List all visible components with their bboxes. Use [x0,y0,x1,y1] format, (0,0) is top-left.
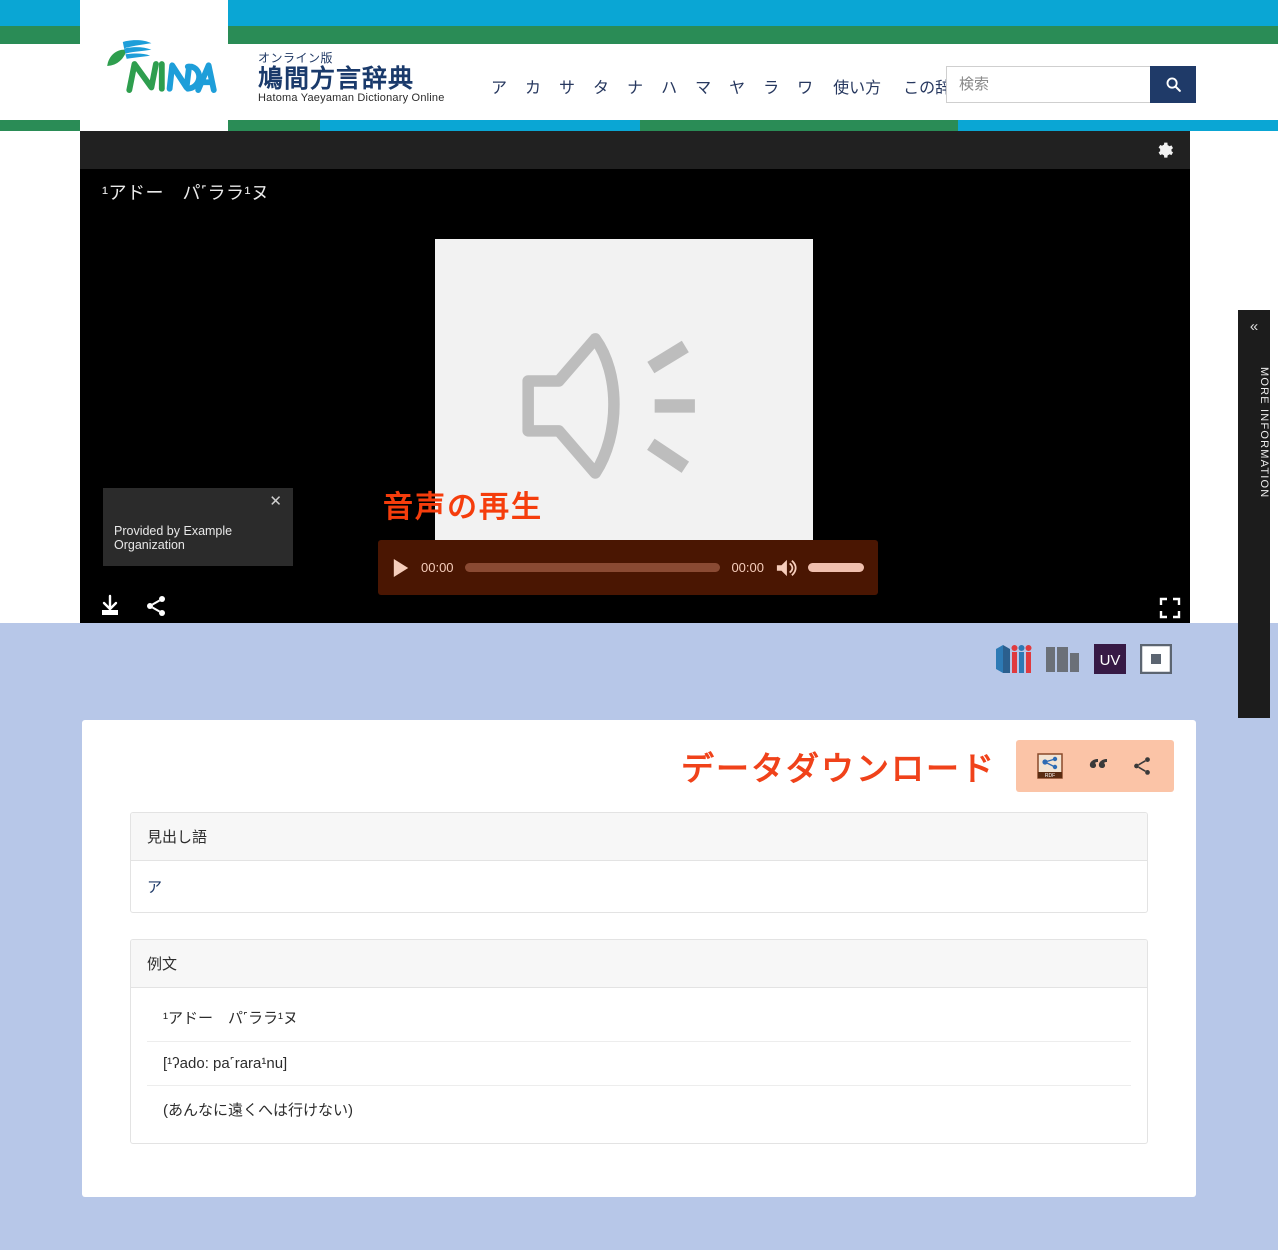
search-input[interactable] [946,66,1150,103]
card-header: データダウンロード RDF [82,720,1196,812]
table-examples: 例文 ¹アドー パ˹ララ¹ヌ [¹ʔado: pa˹rara¹nu] (あんなに… [130,939,1148,1144]
brand-title-en: Hatoma Yaeyaman Dictionary Online [258,92,445,104]
brand-subtitle: オンライン版 [258,51,334,65]
page-body: UV データダウンロード RDF 見出し語 ア 例文 ¹アドー パ˹ララ¹ヌ [… [0,623,1278,1250]
nav-item-na[interactable]: ナ [618,74,652,98]
universal-viewer-icon[interactable]: UV [1094,644,1126,674]
cite-button[interactable] [1086,755,1108,777]
curation-viewer-icon[interactable] [1140,644,1172,674]
fullscreen-icon[interactable] [1158,596,1182,620]
search-button[interactable] [1150,66,1196,103]
svg-text:RDF: RDF [1045,773,1055,779]
search-icon [1166,77,1181,92]
site-header: オンライン版 鳩間方言辞典 Hatoma Yaeyaman Dictionary… [0,0,1278,138]
viewer-toolbar [80,131,1190,169]
share-button[interactable] [1131,755,1153,777]
attribution-text: Provided by Example Organization [114,524,233,552]
rdf-button[interactable]: RDF [1037,753,1064,779]
nav-item-ta[interactable]: タ [584,74,618,98]
more-information-label: MORE INFORMATION [1258,367,1270,499]
share-icon [1133,757,1150,775]
data-card: データダウンロード RDF 見出し語 ア 例文 ¹アドー パ˹ララ¹ヌ [¹ʔa… [82,720,1196,1197]
nav-item-ha[interactable]: ハ [652,74,686,98]
audio-duration: 00:00 [731,560,764,575]
svg-text:UV: UV [1100,652,1121,669]
table-row: ¹アドー パ˹ララ¹ヌ [147,994,1131,1042]
rdf-icon: RDF [1037,753,1064,779]
search-box [946,66,1196,103]
mirador-icon[interactable] [1046,643,1080,675]
more-information-panel[interactable]: « MORE INFORMATION [1238,310,1270,718]
nav-item-wa[interactable]: ワ [788,74,822,98]
table-row[interactable]: ア [131,861,1147,912]
nav-item-how-to-use[interactable]: 使い方 [822,74,892,98]
table-header-examples: 例文 [131,940,1147,988]
ninda-logo-icon [107,39,217,93]
annotation-audio-play: 音声の再生 [383,491,543,524]
share-icon[interactable] [144,594,168,618]
nav-item-a[interactable]: ア [482,74,516,98]
gear-icon [1158,142,1173,158]
viewer-settings-button[interactable] [1152,137,1178,163]
audio-seek-slider[interactable] [464,563,721,572]
table-row: (あんなに遠くへは行けない) [163,1102,353,1119]
nav-item-ya[interactable]: ヤ [720,74,754,98]
table-body-examples: ¹アドー パ˹ララ¹ヌ [¹ʔado: pa˹rara¹nu] (あんなに遠くへ… [131,988,1147,1143]
brand-title: 鳩間方言辞典 [258,65,415,93]
play-icon[interactable] [392,558,410,578]
site-logo[interactable] [80,0,228,131]
iiif-toolbar: UV [996,643,1172,675]
table-headword: 見出し語 ア [130,812,1148,913]
attribution-box: ✕ Provided by Example Organization [103,488,293,566]
volume-icon[interactable] [775,558,797,578]
audio-volume-slider[interactable] [808,563,864,572]
annotation-data-download: データダウンロード [681,750,996,787]
audio-player: 00:00 00:00 [378,540,878,595]
nav-item-ma[interactable]: マ [686,74,720,98]
audio-current-time: 00:00 [421,560,454,575]
close-icon[interactable]: ✕ [269,492,282,510]
quote-icon [1089,759,1107,768]
speaker-icon [522,333,695,479]
viewer-bottom-icons [98,594,168,618]
brand-block: オンライン版 鳩間方言辞典 Hatoma Yaeyaman Dictionary… [258,52,445,104]
nav-item-sa[interactable]: サ [550,74,584,98]
collapse-chevron-icon: « [1249,318,1259,335]
iiif-logo-icon[interactable] [996,643,1032,675]
download-tools: RDF [1016,740,1174,792]
nav-item-ra[interactable]: ラ [754,74,788,98]
table-header-headword: 見出し語 [131,813,1147,861]
table-row: [¹ʔado: pa˹rara¹nu] [147,1042,1131,1086]
download-icon[interactable] [98,594,122,618]
nav-item-ka[interactable]: カ [516,74,550,98]
